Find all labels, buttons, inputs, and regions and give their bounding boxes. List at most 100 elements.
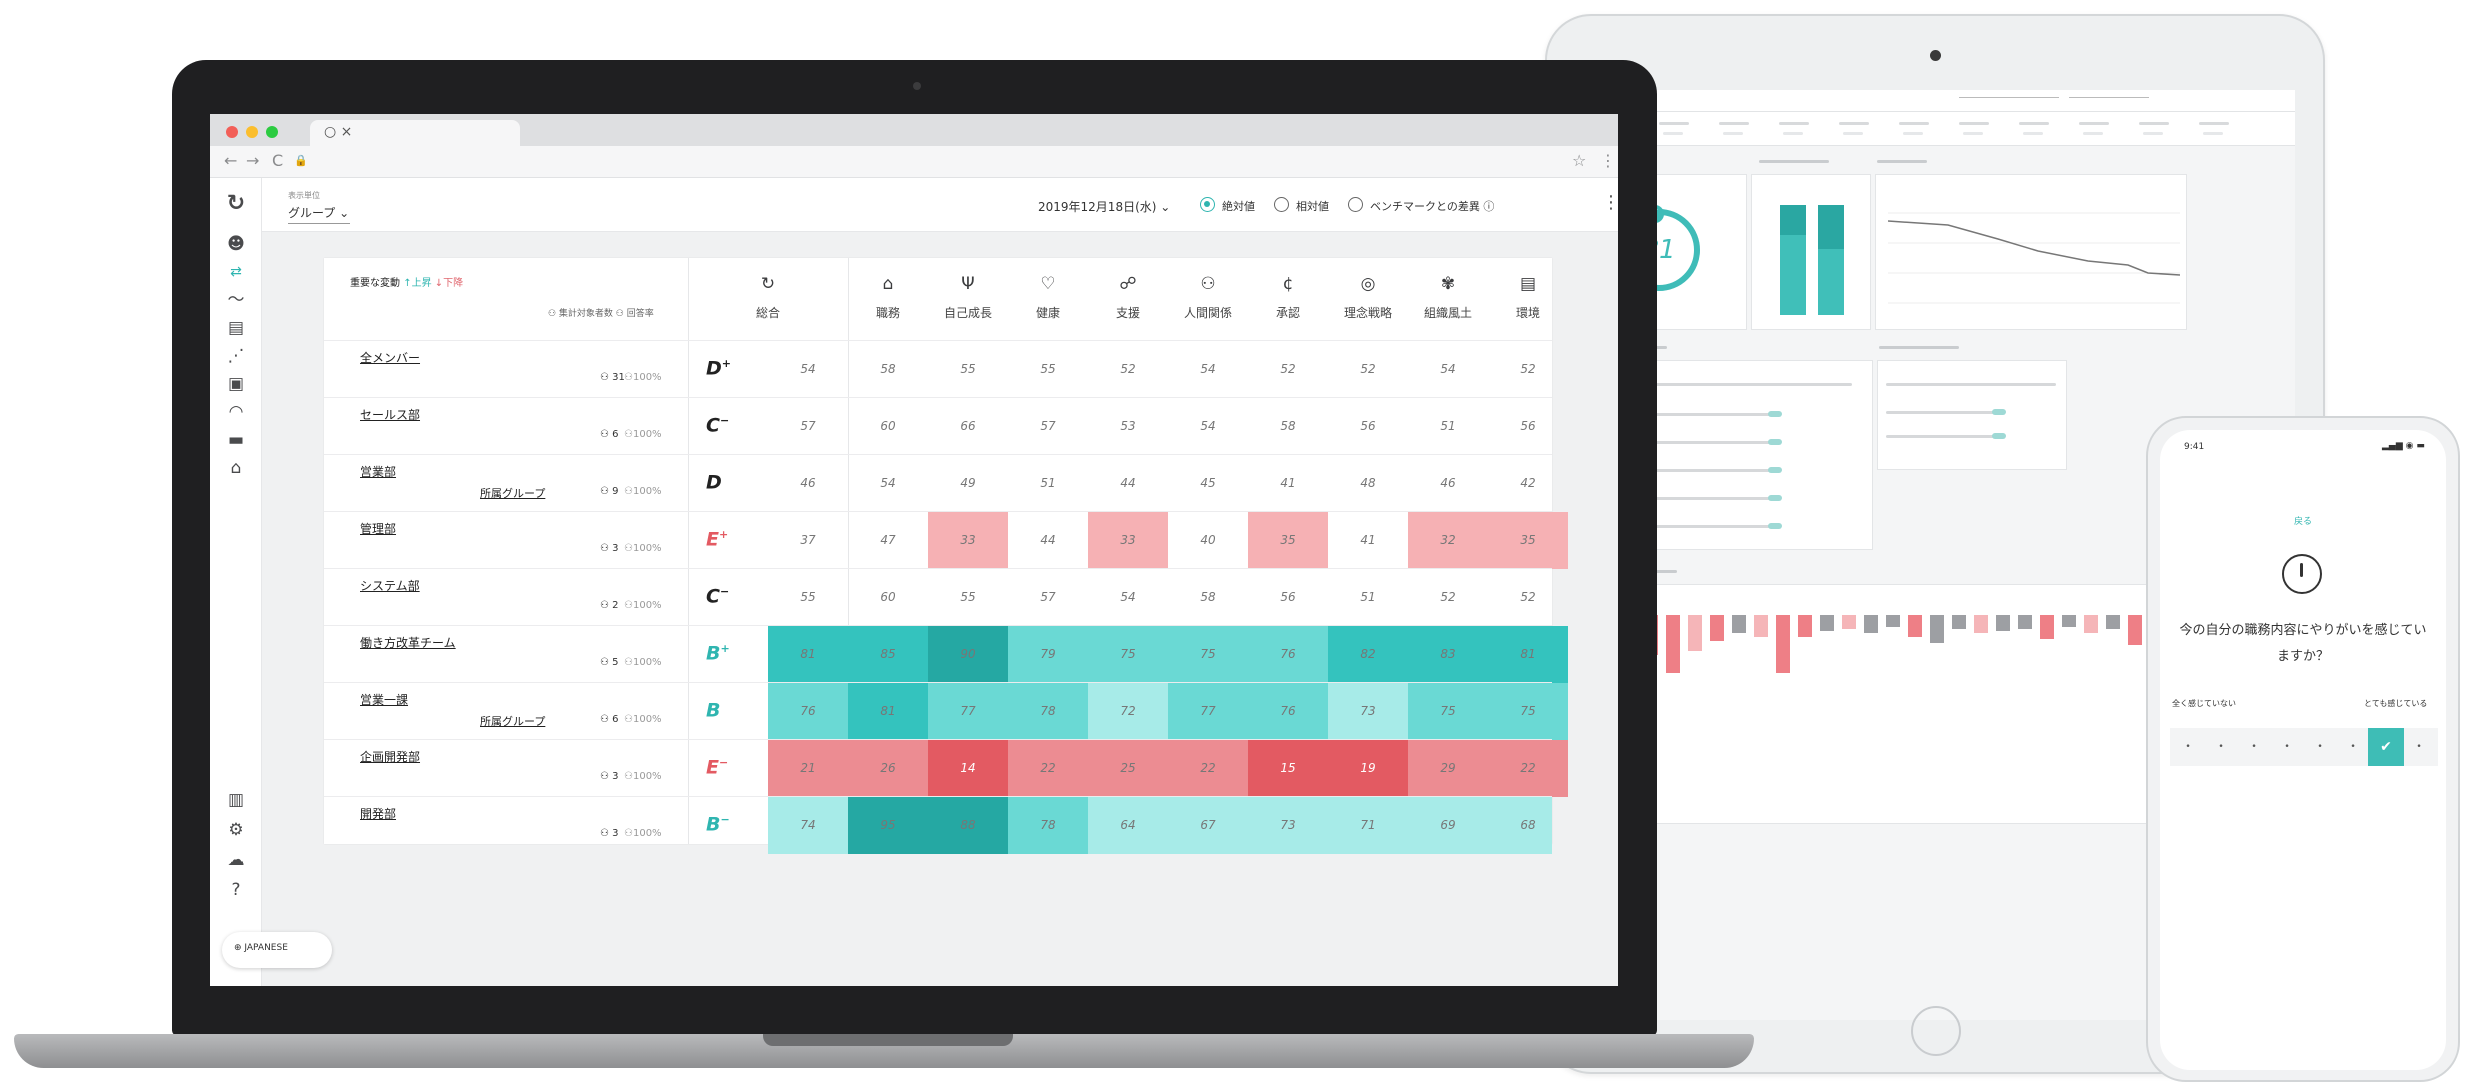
row-group-name[interactable]: 営業部 (360, 463, 396, 480)
help-icon[interactable]: ? (224, 878, 248, 902)
browser-tab[interactable]: ○ × (310, 120, 520, 146)
score-cell[interactable]: 42 (1488, 455, 1568, 512)
answer-option-8[interactable]: • (2401, 728, 2437, 766)
radio-relative[interactable] (1274, 197, 1289, 212)
score-cell[interactable]: 60 (848, 569, 928, 626)
score-cell[interactable]: 88 (928, 797, 1008, 854)
score-cell[interactable]: 75 (1168, 626, 1248, 683)
answer-option-2[interactable]: • (2203, 728, 2239, 766)
score-cell[interactable]: 64 (1088, 797, 1168, 854)
score-cell[interactable]: 19 (1328, 740, 1408, 797)
score-cell[interactable]: 76 (1248, 626, 1328, 683)
score-cell[interactable]: 51 (1408, 398, 1488, 455)
radio-benchmark[interactable] (1348, 197, 1363, 212)
answer-option-3[interactable]: • (2236, 728, 2272, 766)
tablet-category-tabs[interactable] (1579, 112, 2295, 146)
score-cell[interactable]: 75 (1488, 683, 1568, 740)
graduation-icon[interactable]: ⌂ (224, 456, 248, 480)
answer-option-7-selected[interactable]: ✔ (2368, 728, 2404, 766)
table-row[interactable]: システム部 ⚇ 2 ⚇100% C− 55 60 55 57 54 58 56 51 52 52 (324, 568, 1552, 625)
score-cell[interactable]: 81 (1488, 626, 1568, 683)
chat-icon[interactable]: ▣ (224, 372, 248, 396)
score-cell[interactable]: 95 (848, 797, 928, 854)
score-cell[interactable]: 52 (1488, 569, 1568, 626)
table-row[interactable]: 営業部 所属グループ ⚇ 9 ⚇100% D 46 54 49 51 44 45 41 48 46 42 (324, 454, 1552, 511)
score-cell[interactable]: 53 (1088, 398, 1168, 455)
score-cell[interactable]: 72 (1088, 683, 1168, 740)
document-icon[interactable]: ▤ (224, 316, 248, 340)
score-cell[interactable]: 15 (1248, 740, 1328, 797)
row-group-name[interactable]: 開発部 (360, 805, 396, 822)
score-cell[interactable]: 40 (1168, 512, 1248, 569)
row-group-name[interactable]: 営業一課 (360, 691, 408, 708)
score-cell[interactable]: 76 (1248, 683, 1328, 740)
row-group-name[interactable]: セールス部 (360, 406, 420, 423)
column-header[interactable]: ¢ 承認 (1248, 274, 1328, 321)
score-cell[interactable]: 35 (1248, 512, 1328, 569)
score-cell[interactable]: 58 (1168, 569, 1248, 626)
more-options-icon[interactable]: ⋮ (1602, 192, 1618, 213)
score-cell[interactable]: 55 (1008, 341, 1088, 398)
back-button[interactable]: ← (224, 151, 237, 170)
score-cell[interactable]: 44 (1008, 512, 1088, 569)
score-cell[interactable]: 52 (1408, 569, 1488, 626)
score-cell[interactable]: 82 (1328, 626, 1408, 683)
date-select[interactable]: 2019年12月18日(水) ⌄ (1038, 198, 1170, 215)
score-cell[interactable]: 22 (1008, 740, 1088, 797)
score-cell[interactable]: 78 (1008, 797, 1088, 854)
score-cell[interactable]: 66 (928, 398, 1008, 455)
score-cell[interactable]: 73 (1328, 683, 1408, 740)
row-group-name[interactable]: 全メンバー (360, 349, 420, 366)
score-cell[interactable]: 79 (1008, 626, 1088, 683)
score-cell[interactable]: 26 (848, 740, 928, 797)
score-cell[interactable]: 29 (1408, 740, 1488, 797)
score-cell[interactable]: 52 (1328, 341, 1408, 398)
phone-back-link[interactable]: 戻る (2294, 514, 2312, 527)
share-icon[interactable]: ⋰ (224, 344, 248, 368)
score-cell[interactable]: 55 (928, 341, 1008, 398)
score-cell[interactable]: 25 (1088, 740, 1168, 797)
logo-icon[interactable]: ↻ (224, 192, 248, 216)
score-cell[interactable]: 57 (1008, 398, 1088, 455)
score-cell[interactable]: 56 (1248, 569, 1328, 626)
score-cell[interactable]: 44 (1088, 455, 1168, 512)
answer-option-4[interactable]: • (2269, 728, 2305, 766)
score-cell[interactable]: 45 (1168, 455, 1248, 512)
column-header[interactable]: ⌂ 職務 (848, 274, 928, 321)
column-header[interactable]: ⚇ 人間関係 (1168, 274, 1248, 321)
score-cell[interactable]: 41 (1248, 455, 1328, 512)
score-cell[interactable]: 49 (928, 455, 1008, 512)
radio-absolute[interactable] (1200, 197, 1215, 212)
score-cell[interactable]: 52 (1088, 341, 1168, 398)
score-cell[interactable]: 54 (848, 455, 928, 512)
forward-button[interactable]: → (246, 151, 259, 170)
score-cell[interactable]: 35 (1488, 512, 1568, 569)
score-cell[interactable]: 73 (1248, 797, 1328, 854)
score-cell[interactable]: 57 (1008, 569, 1088, 626)
score-cell[interactable]: 54 (1168, 341, 1248, 398)
column-header[interactable]: ▤ 環境 (1488, 274, 1568, 321)
wifi-icon[interactable]: ◠ (224, 400, 248, 424)
score-cell[interactable]: 33 (1088, 512, 1168, 569)
tablet-group-select[interactable] (1959, 97, 2059, 98)
score-cell[interactable]: 51 (1328, 569, 1408, 626)
score-cell[interactable]: 67 (1168, 797, 1248, 854)
answer-option-6[interactable]: • (2335, 728, 2371, 766)
score-cell[interactable]: 54 (1168, 398, 1248, 455)
row-group-name[interactable]: システム部 (360, 577, 420, 594)
cloud-icon[interactable]: ☁ (224, 848, 248, 872)
row-group-name[interactable]: 企画開発部 (360, 748, 420, 765)
score-cell[interactable]: 41 (1328, 512, 1408, 569)
score-cell[interactable]: 68 (1488, 797, 1568, 854)
answer-option-1[interactable]: • (2170, 728, 2206, 766)
close-window-button[interactable] (226, 126, 238, 138)
score-cell[interactable]: 22 (1488, 740, 1568, 797)
score-cell[interactable]: 77 (1168, 683, 1248, 740)
score-cell[interactable]: 22 (1168, 740, 1248, 797)
row-parent-group[interactable]: 所属グループ (480, 713, 545, 729)
score-cell[interactable]: 52 (1248, 341, 1328, 398)
user-icon[interactable]: ☻ (224, 232, 248, 256)
column-header[interactable]: ♡ 健康 (1008, 274, 1088, 321)
answer-option-5[interactable]: • (2302, 728, 2338, 766)
score-cell[interactable]: 51 (1008, 455, 1088, 512)
